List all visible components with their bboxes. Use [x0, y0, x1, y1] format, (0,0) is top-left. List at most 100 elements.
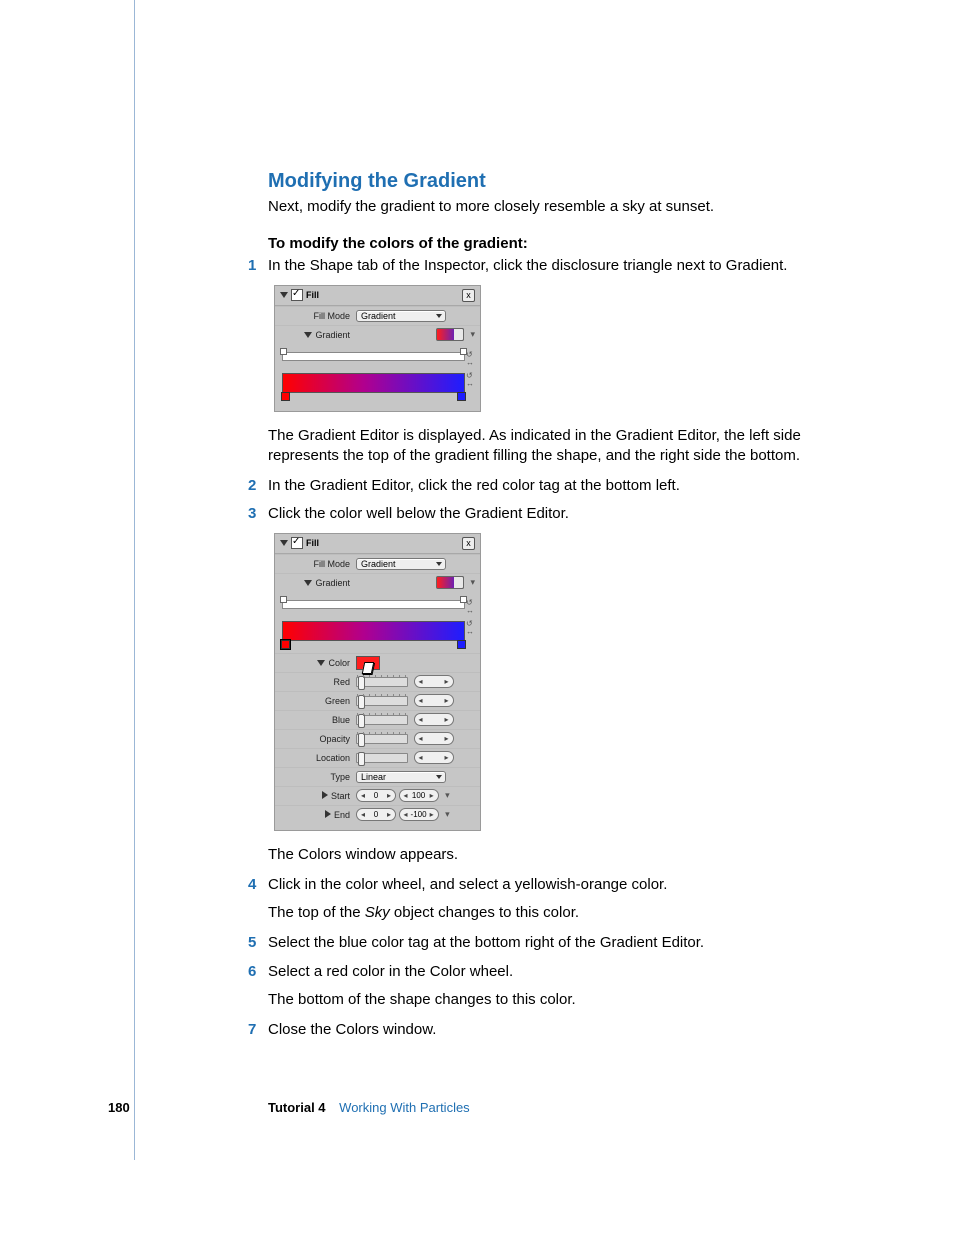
- step-number: 1: [248, 256, 256, 276]
- fill-mode-row: Fill Mode Gradient: [275, 554, 480, 573]
- fill-mode-label: Fill Mode: [280, 559, 356, 569]
- location-slider[interactable]: [356, 753, 408, 763]
- fill-checkbox[interactable]: [291, 289, 303, 301]
- panel-header: Fill x: [275, 534, 480, 554]
- param-menu-icon[interactable]: ▾: [441, 809, 450, 819]
- color-tag-red-selected[interactable]: [281, 640, 290, 649]
- start-y-spinner[interactable]: ◂100▸: [399, 789, 439, 802]
- param-menu-icon[interactable]: ▾: [441, 790, 450, 800]
- distribute-icon[interactable]: ↺↔: [466, 351, 474, 367]
- red-label: Red: [280, 677, 356, 687]
- step-3: 3 Click the color well below the Gradien…: [268, 504, 854, 524]
- step-text: Select the blue color tag at the bottom …: [268, 934, 704, 951]
- alpha-bar[interactable]: ↺↔: [282, 352, 465, 361]
- distribute-icon[interactable]: ↺↔: [466, 599, 474, 615]
- disclosure-triangle-icon[interactable]: [325, 810, 331, 818]
- opacity-spinner[interactable]: ◂ ▸: [414, 732, 454, 745]
- disclosure-triangle-icon[interactable]: [317, 660, 325, 666]
- start-row: Start ◂0▸ ◂100▸ ▾: [275, 786, 480, 805]
- step-4-result: The top of the Sky object changes to thi…: [268, 903, 854, 923]
- gradient-thumbnail[interactable]: [436, 576, 464, 589]
- location-label: Location: [280, 753, 356, 763]
- end-row: End ◂0▸ ◂-100▸ ▾: [275, 805, 480, 824]
- alpha-tag-left[interactable]: [280, 596, 287, 603]
- gradient-label: Gradient: [315, 330, 350, 340]
- fill-mode-dropdown[interactable]: Gradient: [356, 558, 446, 570]
- step-1: 1 In the Shape tab of the Inspector, cli…: [268, 256, 854, 276]
- text-fragment: object changes to this color.: [390, 904, 579, 921]
- color-tag-blue[interactable]: [457, 392, 466, 401]
- disclosure-triangle-icon[interactable]: [304, 580, 312, 586]
- intro-text: Next, modify the gradient to more closel…: [268, 197, 854, 217]
- color-tag-red[interactable]: [281, 392, 290, 401]
- disclosure-triangle-icon[interactable]: [280, 292, 288, 298]
- step-number: 5: [248, 933, 256, 953]
- end-x-spinner[interactable]: ◂0▸: [356, 808, 396, 821]
- disclosure-triangle-icon[interactable]: [280, 540, 288, 546]
- alpha-tag-left[interactable]: [280, 348, 287, 355]
- panel-title: Fill: [306, 290, 319, 300]
- type-label: Type: [280, 772, 356, 782]
- gradient-editor-figure-2: Fill x Fill Mode Gradient Gradient ▾ ↺↔: [274, 533, 481, 831]
- color-row: Color: [275, 653, 480, 672]
- opacity-label: Opacity: [280, 734, 356, 744]
- step-6-result: The bottom of the shape changes to this …: [268, 990, 854, 1010]
- gradient-thumbnail[interactable]: [436, 328, 464, 341]
- blue-slider[interactable]: [356, 715, 408, 725]
- location-spinner[interactable]: ◂ ▸: [414, 751, 454, 764]
- blue-label: Blue: [280, 715, 356, 725]
- step-number: 4: [248, 875, 256, 895]
- step-1-result: The Gradient Editor is displayed. As ind…: [268, 426, 854, 467]
- step-text: Click the color well below the Gradient …: [268, 505, 569, 522]
- step-number: 2: [248, 476, 256, 496]
- footer-label: Tutorial 4 Working With Particles: [268, 1100, 470, 1115]
- margin-rule: [134, 0, 135, 1160]
- opacity-row: Opacity ◂ ▸: [275, 729, 480, 748]
- param-menu-icon[interactable]: ▾: [466, 329, 475, 339]
- step-4: 4 Click in the color wheel, and select a…: [268, 875, 854, 895]
- fill-mode-row: Fill Mode Gradient: [275, 306, 480, 325]
- alpha-bar[interactable]: ↺↔: [282, 600, 465, 609]
- green-slider[interactable]: [356, 696, 408, 706]
- type-dropdown[interactable]: Linear: [356, 771, 446, 783]
- fill-checkbox[interactable]: [291, 537, 303, 549]
- gradient-bar[interactable]: ↺↔: [282, 373, 465, 393]
- red-slider[interactable]: [356, 677, 408, 687]
- red-row: Red ◂ ▸: [275, 672, 480, 691]
- color-well[interactable]: [356, 656, 380, 670]
- start-x-spinner[interactable]: ◂0▸: [356, 789, 396, 802]
- step-6: 6 Select a red color in the Color wheel.: [268, 962, 854, 982]
- param-menu-icon[interactable]: ▾: [466, 577, 475, 587]
- color-tag-blue[interactable]: [457, 640, 466, 649]
- opacity-slider[interactable]: [356, 734, 408, 744]
- gradient-bar[interactable]: ↺↔: [282, 621, 465, 641]
- fill-mode-label: Fill Mode: [280, 311, 356, 321]
- step-text: In the Gradient Editor, click the red co…: [268, 477, 680, 494]
- tutorial-number: Tutorial 4: [268, 1100, 326, 1115]
- gradient-label: Gradient: [315, 578, 350, 588]
- blue-spinner[interactable]: ◂ ▸: [414, 713, 454, 726]
- step-7: 7 Close the Colors window.: [268, 1020, 854, 1040]
- disclosure-triangle-icon[interactable]: [304, 332, 312, 338]
- step-text: Close the Colors window.: [268, 1021, 436, 1038]
- blue-row: Blue ◂ ▸: [275, 710, 480, 729]
- red-spinner[interactable]: ◂ ▸: [414, 675, 454, 688]
- distribute-icon[interactable]: ↺↔: [466, 372, 474, 388]
- step-number: 6: [248, 962, 256, 982]
- disclosure-triangle-icon[interactable]: [322, 791, 328, 799]
- step-text: Select a red color in the Color wheel.: [268, 963, 513, 980]
- green-spinner[interactable]: ◂ ▸: [414, 694, 454, 707]
- location-row: Location ◂ ▸: [275, 748, 480, 767]
- color-label: Color: [328, 658, 350, 668]
- gradient-editor-figure-1: Fill x Fill Mode Gradient Gradient ▾ ↺↔: [274, 285, 481, 412]
- distribute-icon[interactable]: ↺↔: [466, 620, 474, 636]
- gradient-row: Gradient ▾: [275, 325, 480, 344]
- fill-mode-dropdown[interactable]: Gradient: [356, 310, 446, 322]
- text-fragment: The top of the: [268, 904, 365, 921]
- close-icon[interactable]: x: [462, 537, 475, 550]
- section-heading: Modifying the Gradient: [268, 170, 854, 193]
- step-text: In the Shape tab of the Inspector, click…: [268, 257, 787, 274]
- procedure-heading: To modify the colors of the gradient:: [268, 235, 854, 252]
- close-icon[interactable]: x: [462, 289, 475, 302]
- end-y-spinner[interactable]: ◂-100▸: [399, 808, 439, 821]
